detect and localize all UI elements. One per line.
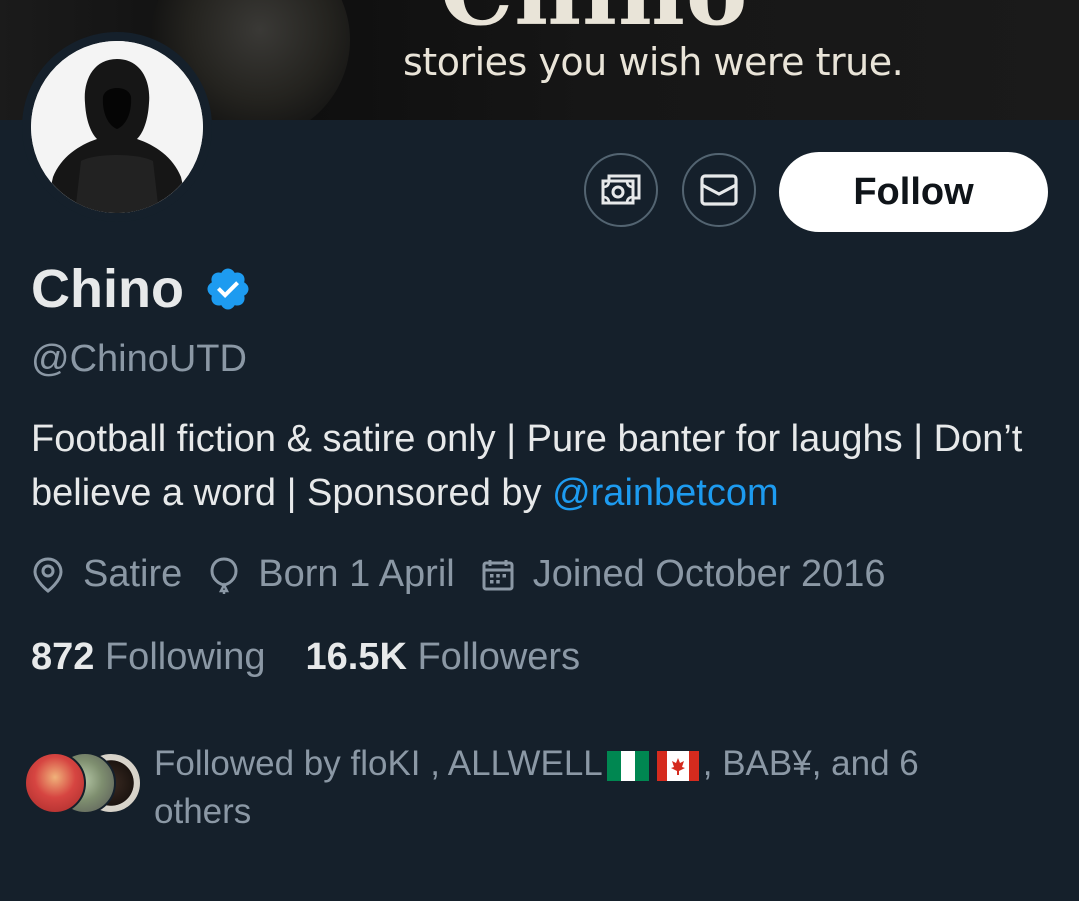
hooded-figure-icon	[31, 41, 203, 213]
joined-item: Joined October 2016	[481, 553, 886, 596]
followers-count: 16.5K	[305, 636, 407, 678]
tip-button[interactable]	[584, 153, 658, 227]
canada-flag-icon	[656, 750, 699, 781]
envelope-icon	[700, 174, 738, 206]
profile-page: Chino stories you wish were true. Follow	[0, 0, 1079, 901]
profile-avatar[interactable]	[22, 32, 212, 222]
joined-text: Joined October 2016	[532, 553, 886, 595]
birthday-item: Born 1 April	[208, 553, 455, 596]
follow-button[interactable]: Follow	[779, 152, 1048, 232]
calendar-icon	[482, 559, 514, 590]
followed-by-prefix: Followed by floKI , ALLWELL	[154, 744, 603, 783]
follower-avatar	[24, 752, 86, 814]
message-button[interactable]	[682, 153, 756, 227]
location-text: Satire	[83, 553, 183, 595]
following-label: Following	[104, 636, 266, 678]
profile-bio: Football fiction & satire only | Pure ba…	[31, 412, 1051, 520]
following-link[interactable]: 872 Following	[31, 636, 266, 679]
profile-meta: Satire Born 1 April Joined October 2016	[31, 553, 912, 596]
followers-link[interactable]: 16.5K Followers	[306, 636, 581, 679]
birthday-text: Born 1 April	[258, 553, 455, 595]
follow-counts: 872 Following 16.5K Followers	[31, 636, 620, 679]
following-count: 872	[31, 636, 95, 678]
followed-by-section[interactable]: Followed by floKI , ALLWELL, BAB¥, and 6…	[24, 740, 1064, 840]
display-name: Chino	[31, 259, 184, 319]
balloon-icon	[210, 556, 238, 594]
bio-mention-link[interactable]: @rainbetcom	[552, 472, 779, 514]
verified-badge-icon[interactable]	[204, 265, 252, 313]
location-item: Satire	[31, 553, 182, 596]
followed-by-avatars	[24, 752, 142, 814]
display-name-row: Chino	[31, 258, 252, 320]
location-pin-icon	[33, 556, 63, 593]
nigeria-flag-icon	[606, 750, 649, 781]
bio-text: Football fiction & satire only | Pure ba…	[31, 418, 1023, 514]
money-icon	[601, 174, 641, 205]
followed-by-text: Followed by floKI , ALLWELL, BAB¥, and 6…	[154, 740, 1014, 836]
avatar-image	[31, 41, 203, 213]
banner-tagline: stories you wish were true.	[403, 40, 904, 84]
profile-handle: @ChinoUTD	[31, 338, 247, 380]
followers-label: Followers	[417, 636, 581, 678]
